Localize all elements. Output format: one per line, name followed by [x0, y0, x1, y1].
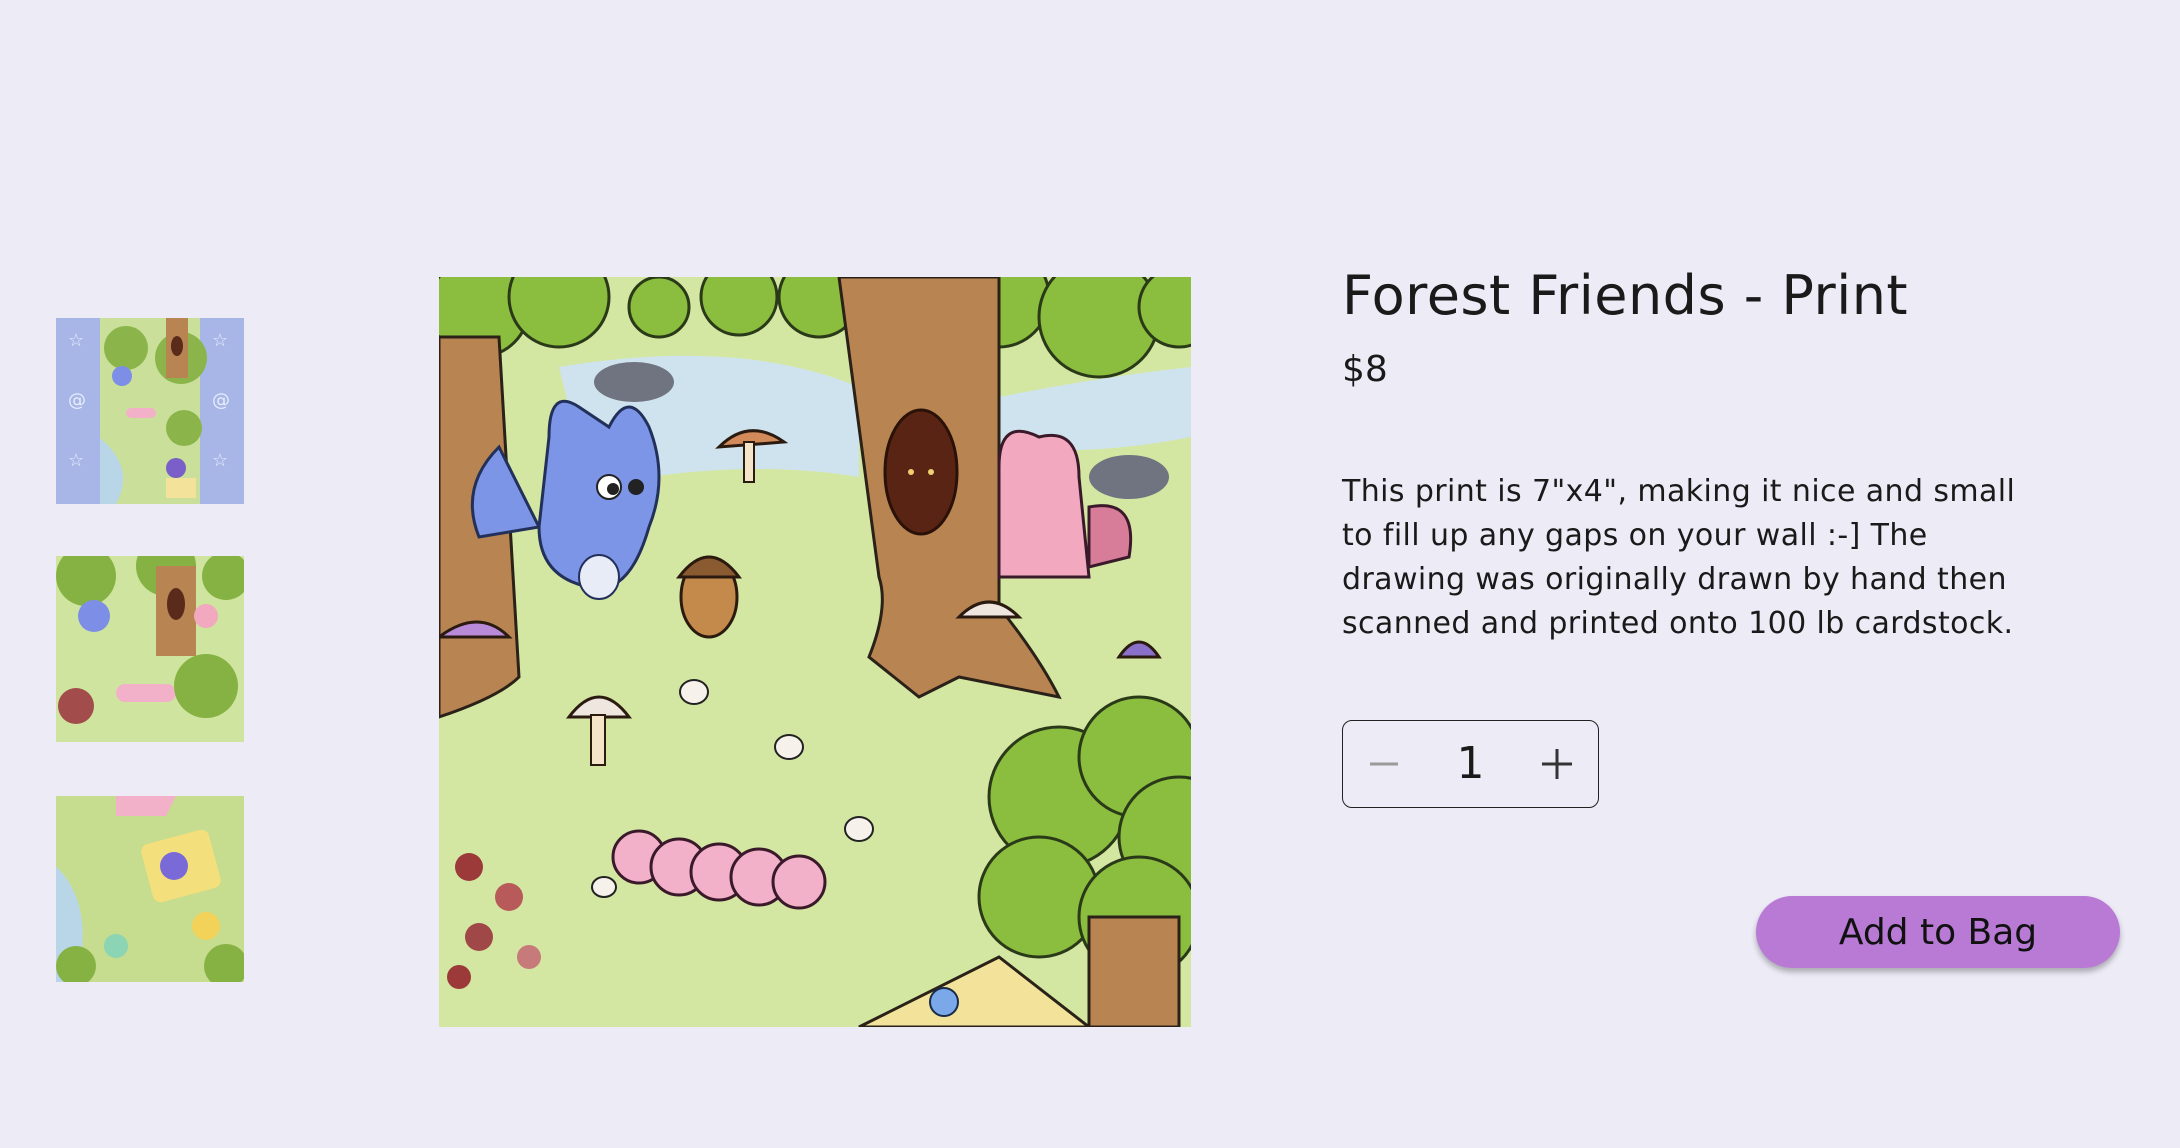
svg-text:@: @: [68, 390, 86, 411]
svg-text:☆: ☆: [68, 330, 84, 351]
product-price: $8: [1342, 349, 1388, 390]
thumbnail-3-image: [56, 796, 244, 982]
thumbnail-3[interactable]: [56, 796, 244, 982]
quantity-stepper: 1: [1342, 720, 1599, 808]
svg-text:☆: ☆: [212, 450, 228, 471]
add-to-bag-button[interactable]: Add to Bag: [1756, 896, 2120, 968]
product-info: Forest Friends - Print $8 This print is …: [1342, 262, 2062, 646]
plus-icon: [1542, 749, 1572, 779]
main-product-image: [439, 277, 1191, 1027]
product-page: ☆ @ ☆ ☆ @ ☆ Forest Friends - Print $8 Th…: [0, 0, 2180, 1148]
thumbnail-2-image: [56, 556, 244, 742]
quantity-value[interactable]: 1: [1441, 739, 1501, 789]
minus-icon: [1370, 762, 1398, 766]
thumbnail-2[interactable]: [56, 556, 244, 742]
svg-text:☆: ☆: [212, 330, 228, 351]
thumbnail-1[interactable]: ☆ @ ☆ ☆ @ ☆: [56, 318, 244, 504]
svg-text:@: @: [212, 390, 230, 411]
product-title: Forest Friends - Print: [1342, 264, 1909, 327]
thumbnail-1-image: ☆ @ ☆ ☆ @ ☆: [56, 318, 244, 504]
svg-text:☆: ☆: [68, 450, 84, 471]
forest-illustration: [439, 277, 1191, 1027]
increment-button[interactable]: [1534, 741, 1580, 787]
decrement-button[interactable]: [1361, 741, 1407, 787]
product-description: This print is 7"x4", making it nice and …: [1342, 474, 2016, 641]
